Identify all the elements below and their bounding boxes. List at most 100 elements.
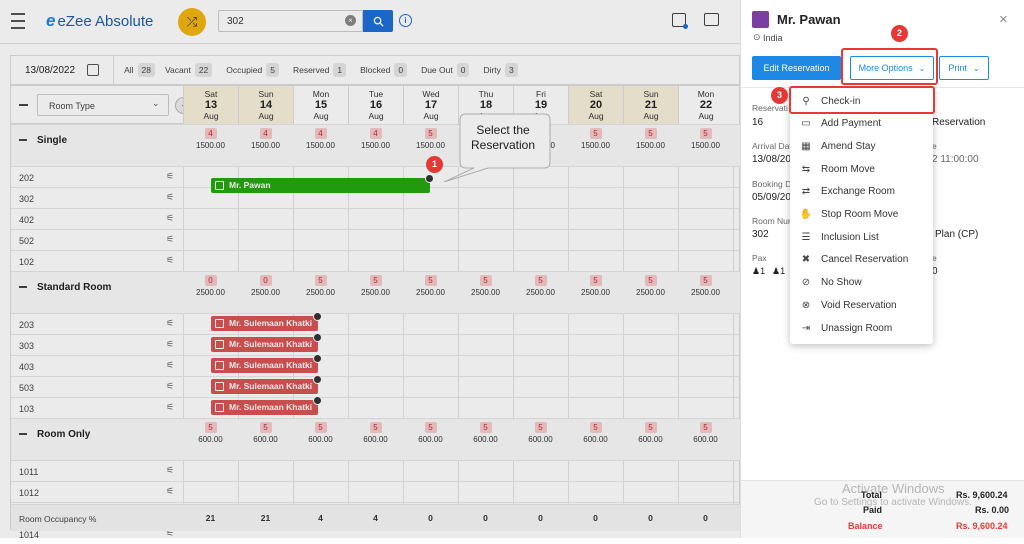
room-number-label: Room Num [752, 216, 795, 226]
booking-bar-sulemaan[interactable]: Mr. Sulemaan Khatki [211, 312, 322, 331]
filter-due-out[interactable]: Due Out 0 [421, 63, 470, 77]
edit-reservation-button[interactable]: Edit Reservation [752, 56, 841, 80]
room-row[interactable]: 103 ⚟ [11, 397, 741, 418]
menu-item-inclusion-list[interactable]: ☰ Inclusion List [790, 226, 933, 248]
room-row[interactable]: 1012 ⚟ [11, 481, 741, 502]
clear-icon[interactable]: × [345, 15, 356, 26]
rate-cell: 5 600.00 [403, 422, 458, 444]
paid-value: Rs. 0.00 [975, 505, 1010, 515]
rate-cell: 4 1500.00 [348, 128, 403, 150]
menu-item-room-move[interactable]: ⇆ Room Move [790, 158, 933, 180]
menu-item-exchange-room[interactable]: ⇄ Exchange Room [790, 181, 933, 203]
close-icon[interactable]: × [999, 11, 1008, 28]
day-number: 13 [204, 99, 218, 111]
watermark-subtitle: Go to Settings to activate Windows. [814, 497, 972, 508]
room-row[interactable]: 503 ⚟ [11, 376, 741, 397]
filter-vacant[interactable]: Vacant 22 [165, 63, 213, 77]
date-header[interactable]: Sat 20 Aug [568, 86, 623, 124]
date-header[interactable]: Mon 22 Aug [678, 86, 733, 124]
booking-bar-mr-pawan[interactable]: Mr. Pawan [211, 174, 434, 193]
pax-adults: ♟1 [752, 266, 765, 277]
room-row[interactable]: 502 ⚟ [11, 229, 741, 250]
room-row[interactable]: 403 ⚟ [11, 355, 741, 376]
collapse-group-icon[interactable] [19, 286, 27, 288]
rate-cell: 5 1500.00 [568, 128, 623, 150]
filter-all[interactable]: All 28 [124, 63, 155, 77]
no-smoking-icon: ⚟ [166, 213, 175, 223]
filter-occupied[interactable]: Occupied 5 [226, 63, 279, 77]
room-row[interactable]: 402 ⚟ [11, 208, 741, 229]
balance-value: Rs. 9,600.24 [956, 521, 1008, 531]
menu-item-cancel-reservation[interactable]: ✖ Cancel Reservation [790, 249, 933, 271]
menu-item-no-show[interactable]: ⊘ No Show [790, 272, 933, 294]
room-row[interactable]: 1011 ⚟ [11, 460, 741, 481]
no-smoking-icon: ⚟ [166, 486, 175, 496]
collapse-group-icon[interactable] [19, 433, 27, 435]
no-smoking-icon: ⚟ [166, 381, 175, 391]
booking-bar-sulemaan[interactable]: Mr. Sulemaan Khatki [211, 354, 322, 373]
room-row[interactable]: 303 ⚟ [11, 334, 741, 355]
availability-badge: 5 [589, 422, 602, 433]
date-header[interactable]: Sun 14 Aug [238, 86, 293, 124]
booking-bar-sulemaan[interactable]: Mr. Sulemaan Khatki [211, 396, 322, 415]
info-icon[interactable]: i [399, 14, 412, 27]
availability-badge: 5 [644, 422, 657, 433]
location-pin-icon: ⊙ [753, 32, 761, 42]
day-number: 16 [369, 99, 383, 111]
availability-badge: 4 [259, 128, 272, 139]
day-of-week: Sat [204, 89, 218, 99]
register-icon[interactable] [704, 13, 719, 26]
filter-reserved[interactable]: Reserved 1 [293, 63, 347, 77]
date-display[interactable]: 13/08/2022 [25, 65, 75, 76]
filter-label: Occupied [226, 65, 263, 75]
filter-count: 28 [137, 63, 155, 77]
menu-item-stop-room-move[interactable]: ✋ Stop Room Move [790, 204, 933, 226]
pax-children: ♟1 [772, 266, 785, 277]
date-header[interactable]: Tue 16 Aug [348, 86, 403, 124]
calendar-icon[interactable] [672, 13, 688, 29]
room-row[interactable]: 102 ⚟ [11, 250, 741, 271]
filter-blocked[interactable]: Blocked 0 [360, 63, 408, 77]
collapse-all-icon[interactable] [19, 104, 28, 106]
shuffle-icon[interactable]: ⤮ [178, 8, 206, 36]
availability-badge: 0 [259, 275, 272, 286]
room-type-select[interactable]: Room Type ⌄ [37, 94, 169, 116]
menu-item-void-reservation[interactable]: ⊗ Void Reservation [790, 294, 933, 316]
room-number: 502 [19, 236, 35, 246]
collapse-group-icon[interactable] [19, 139, 27, 141]
day-number: 18 [479, 99, 493, 111]
date-header[interactable]: Sun 21 Aug [623, 86, 678, 124]
menu-item-unassign-room[interactable]: ⇥ Unassign Room [790, 317, 933, 339]
booking-bar-sulemaan[interactable]: Mr. Sulemaan Khatki [211, 375, 322, 394]
availability-badge: 5 [699, 422, 712, 433]
availability-badge: 5 [479, 422, 492, 433]
status-dot-icon [313, 312, 322, 321]
search-button[interactable] [363, 10, 393, 32]
day-of-week: Wed [422, 89, 440, 99]
app-logo[interactable]: e eZee Absolute [46, 11, 153, 31]
menu-item-label: No Show [821, 277, 862, 289]
rate-value: 600.00 [363, 435, 388, 444]
filter-label: Blocked [360, 65, 391, 75]
room-number: 202 [19, 173, 35, 183]
filter-dirty[interactable]: Dirty 3 [483, 63, 518, 77]
reservation-label: Reservati [752, 103, 788, 113]
rate-value: 1500.00 [691, 141, 720, 150]
pax-label: Pax [752, 253, 767, 263]
booking-bar-sulemaan[interactable]: Mr. Sulemaan Khatki [211, 333, 322, 352]
search-icon [373, 16, 384, 27]
date-header[interactable]: Mon 15 Aug [293, 86, 348, 124]
menu-item-amend-stay[interactable]: ▦ Amend Stay [790, 135, 933, 157]
availability-badge: 5 [589, 128, 602, 139]
availability-badge: 4 [314, 128, 327, 139]
date-picker-icon[interactable] [87, 64, 100, 76]
menu-item-add-payment[interactable]: ▭ Add Payment [790, 113, 933, 135]
search-input[interactable]: 302 × [218, 10, 363, 32]
hamburger-menu-icon[interactable] [10, 13, 26, 29]
date-header[interactable]: Sat 13 Aug [183, 86, 238, 124]
rate-cell: 5 2500.00 [623, 275, 678, 297]
room-row[interactable]: 203 ⚟ [11, 313, 741, 334]
print-button[interactable]: Print ⌄ [939, 56, 989, 80]
rate-cell: 5 600.00 [458, 422, 513, 444]
filter-bar: 13/08/2022 All 28 Vacant 22 Occupied 5 Rese… [10, 55, 740, 85]
